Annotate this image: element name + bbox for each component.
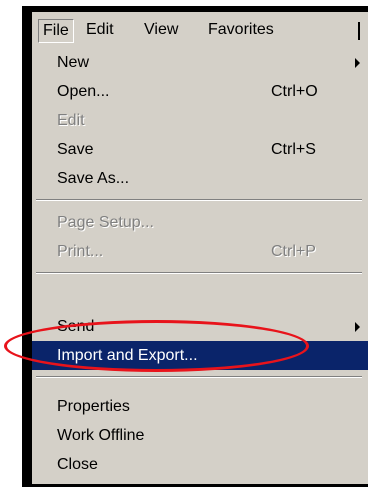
menu-file[interactable]: File bbox=[38, 19, 74, 43]
menu-item-shortcut: Ctrl+S bbox=[271, 141, 316, 158]
menu-item-label: Page Setup... bbox=[57, 214, 154, 231]
menu-item-label: Save As... bbox=[57, 170, 130, 187]
file-menu-dropdown: New Open... Ctrl+O Edit Save Ctrl+S Save… bbox=[32, 46, 368, 484]
menu-item-edit: Edit bbox=[32, 106, 368, 135]
submenu-arrow-icon bbox=[355, 58, 360, 68]
menu-item-label: Properties bbox=[57, 398, 130, 415]
menu-item-label: Open... bbox=[57, 83, 110, 100]
menu-item-properties[interactable]: Properties bbox=[32, 392, 368, 421]
menu-item-save-as[interactable]: Save As... bbox=[32, 164, 368, 193]
menu-item-page-setup: Page Setup... bbox=[32, 208, 368, 237]
menu-item-save[interactable]: Save Ctrl+S bbox=[32, 135, 368, 164]
menu-item-label: Import and Export... bbox=[57, 347, 198, 364]
menu-bar-clipped-edge bbox=[358, 22, 360, 40]
menu-item-label: Work Offline bbox=[57, 427, 145, 444]
menu-separator bbox=[36, 376, 362, 378]
menu-item-send[interactable]: Send bbox=[32, 312, 368, 341]
menu-bar: File Edit View Favorites bbox=[32, 12, 368, 47]
menu-item-open[interactable]: Open... Ctrl+O bbox=[32, 77, 368, 106]
menu-item-label: Edit bbox=[57, 112, 85, 129]
menu-item-shortcut: Ctrl+P bbox=[271, 243, 316, 260]
menu-item-shortcut: Ctrl+O bbox=[271, 83, 318, 100]
submenu-arrow-icon bbox=[355, 322, 360, 332]
menu-item-label: Save bbox=[57, 141, 94, 158]
menu-item-work-offline[interactable]: Work Offline bbox=[32, 421, 368, 450]
menu-separator bbox=[36, 199, 362, 201]
menu-item-new[interactable]: New bbox=[32, 48, 368, 77]
menu-item-import-export[interactable]: Import and Export... bbox=[32, 341, 368, 370]
menu-separator bbox=[36, 272, 362, 274]
menu-item-close[interactable]: Close bbox=[32, 450, 368, 479]
menu-view[interactable]: View bbox=[144, 19, 178, 41]
menu-item-label: Send bbox=[57, 318, 95, 335]
menu-item-print: Print... Ctrl+P bbox=[32, 237, 368, 266]
menu-favorites[interactable]: Favorites bbox=[208, 19, 274, 41]
menu-item-label: Print... bbox=[57, 243, 104, 260]
menu-item-label: New bbox=[57, 54, 90, 71]
menu-item-label: Close bbox=[57, 456, 98, 473]
menu-edit[interactable]: Edit bbox=[86, 19, 114, 41]
